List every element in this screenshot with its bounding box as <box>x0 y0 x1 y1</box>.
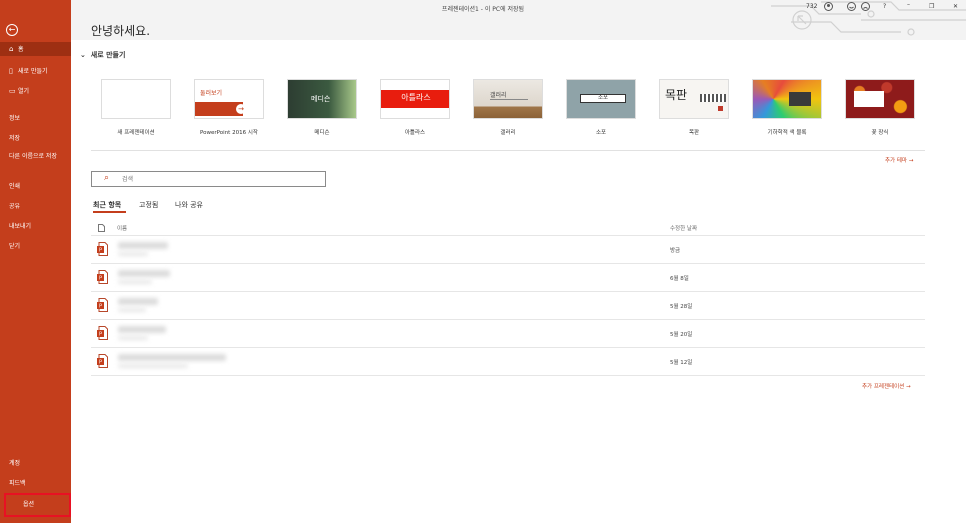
sidebar-item-share[interactable]: 공유 <box>0 200 71 214</box>
home-icon: ⌂ <box>9 45 14 53</box>
template-floral[interactable]: 꽃 장식 <box>845 79 915 136</box>
sidebar-item-print[interactable]: 인쇄 <box>0 180 71 194</box>
template-tour[interactable]: 둘러보기 → PowerPoint 2016 시작 <box>194 79 264 136</box>
smile-icon[interactable] <box>847 2 856 13</box>
search-icon: ⌕ <box>104 173 110 183</box>
svg-text:P: P <box>99 304 102 310</box>
template-thumbnail: 목판 <box>659 79 729 119</box>
sidebar-item-export[interactable]: 내보내기 <box>0 220 71 234</box>
template-thumbnail: 아틀라스 <box>380 79 450 119</box>
sidebar-item-save[interactable]: 저장 <box>0 132 71 146</box>
blurred-file-name <box>118 298 158 305</box>
template-thumbnail: 갤러리 <box>473 79 543 119</box>
template-thumbnail: 소포 <box>566 79 636 119</box>
svg-text:P: P <box>99 332 102 338</box>
table-row[interactable]: P 방금 <box>91 236 925 264</box>
powerpoint-file-icon: P <box>97 242 108 256</box>
blurred-file-name <box>118 326 166 333</box>
back-arrow-icon[interactable]: ← <box>6 24 18 36</box>
svg-text:P: P <box>99 360 102 366</box>
blurred-file-name <box>118 270 170 277</box>
modified-date: 6월 8일 <box>670 276 689 282</box>
powerpoint-file-icon: P <box>97 270 108 284</box>
template-geometric[interactable]: 기하학적 색 블록 <box>752 79 822 136</box>
sidebar-item-account[interactable]: 계정 <box>0 457 71 471</box>
powerpoint-file-icon: P <box>97 298 108 312</box>
arrow-right-icon: → <box>236 104 246 114</box>
svg-text:P: P <box>99 276 102 282</box>
template-thumbnail: 둘러보기 → <box>194 79 264 119</box>
sidebar-item-close[interactable]: 닫기 <box>0 240 71 254</box>
blurred-file-path <box>118 280 152 284</box>
powerpoint-file-icon: P <box>97 326 108 340</box>
table-row[interactable]: P 5월 12일 <box>91 348 925 376</box>
sidebar-item-home[interactable]: ⌂ 홈 <box>0 42 71 56</box>
coauthor-count: 732 <box>806 3 818 10</box>
tab-pinned[interactable]: 고정됨 <box>139 200 158 210</box>
template-gallery[interactable]: 갤러리 갤러리 <box>473 79 543 136</box>
template-thumbnail <box>752 79 822 119</box>
more-presentations-link[interactable]: 추가 프레젠테이션 → <box>862 382 911 390</box>
blurred-file-path <box>118 252 148 256</box>
modified-date: 5월 12일 <box>670 360 693 366</box>
backstage-sidebar: ← ⌂ 홈 ▯ 새로 만들기 ▭ 열기 정보 저장 다른 이름으로 저장 인쇄 공유 … <box>0 0 71 523</box>
template-thumbnail <box>101 79 171 119</box>
column-header-modified[interactable]: 수정한 날짜 <box>670 224 697 232</box>
blurred-file-name <box>118 242 168 249</box>
tab-shared[interactable]: 나와 공유 <box>175 200 203 210</box>
table-row[interactable]: P 5월 28일 <box>91 292 925 320</box>
svg-text:P: P <box>99 248 102 254</box>
blurred-file-path <box>118 364 188 368</box>
blurred-file-path <box>118 308 146 312</box>
powerpoint-file-icon: P <box>97 354 108 368</box>
sidebar-item-save-as[interactable]: 다른 이름으로 저장 <box>0 152 60 172</box>
section-divider <box>91 150 925 151</box>
blurred-file-path <box>118 336 148 340</box>
sidebar-item-new[interactable]: ▯ 새로 만들기 <box>0 64 71 78</box>
sidebar-item-info[interactable]: 정보 <box>0 112 71 126</box>
close-icon[interactable]: ✕ <box>953 3 958 10</box>
search-box[interactable]: ⌕ <box>91 171 326 187</box>
new-document-icon: ▯ <box>9 67 13 75</box>
template-woodtype[interactable]: 목판 목판 <box>659 79 729 136</box>
chevron-down-icon: ⌄ <box>80 51 86 59</box>
table-row[interactable]: P 5월 20일 <box>91 320 925 348</box>
tab-recent[interactable]: 최근 항목 <box>93 200 121 210</box>
minimize-icon[interactable]: – <box>907 1 910 8</box>
folder-open-icon: ▭ <box>9 87 16 95</box>
new-section-header[interactable]: ⌄ 새로 만들기 <box>80 50 125 60</box>
template-parcel[interactable]: 소포 소포 <box>566 79 636 136</box>
sidebar-item-feedback[interactable]: 피드백 <box>0 477 71 491</box>
sidebar-item-options[interactable]: 옵션 <box>4 493 71 517</box>
search-input[interactable] <box>122 174 312 184</box>
more-themes-link[interactable]: 추가 테마 → <box>885 156 913 164</box>
column-header-name[interactable]: 이름 <box>117 224 127 232</box>
template-blank[interactable]: 새 프레젠테이션 <box>101 79 171 136</box>
greeting: 안녕하세요. <box>91 24 151 38</box>
account-icon[interactable] <box>824 2 833 13</box>
blurred-file-name <box>118 354 226 361</box>
modified-date: 5월 20일 <box>670 332 693 338</box>
template-madison[interactable]: 메디슨 메디슨 <box>287 79 357 136</box>
help-icon[interactable]: ? <box>883 3 886 10</box>
template-thumbnail <box>845 79 915 119</box>
modified-date: 방금 <box>670 248 681 254</box>
template-thumbnail: 메디슨 <box>287 79 357 119</box>
window-controls: 732 ? – ❐ ✕ <box>806 0 966 16</box>
template-atlas[interactable]: 아틀라스 아틀라스 <box>380 79 450 136</box>
file-type-column-icon <box>98 224 105 234</box>
restore-icon[interactable]: ❐ <box>929 3 934 10</box>
sidebar-item-open[interactable]: ▭ 열기 <box>0 84 71 98</box>
modified-date: 5월 28일 <box>670 304 693 310</box>
frown-icon[interactable] <box>861 2 870 13</box>
active-tab-indicator <box>93 211 126 213</box>
table-row[interactable]: P 6월 8일 <box>91 264 925 292</box>
